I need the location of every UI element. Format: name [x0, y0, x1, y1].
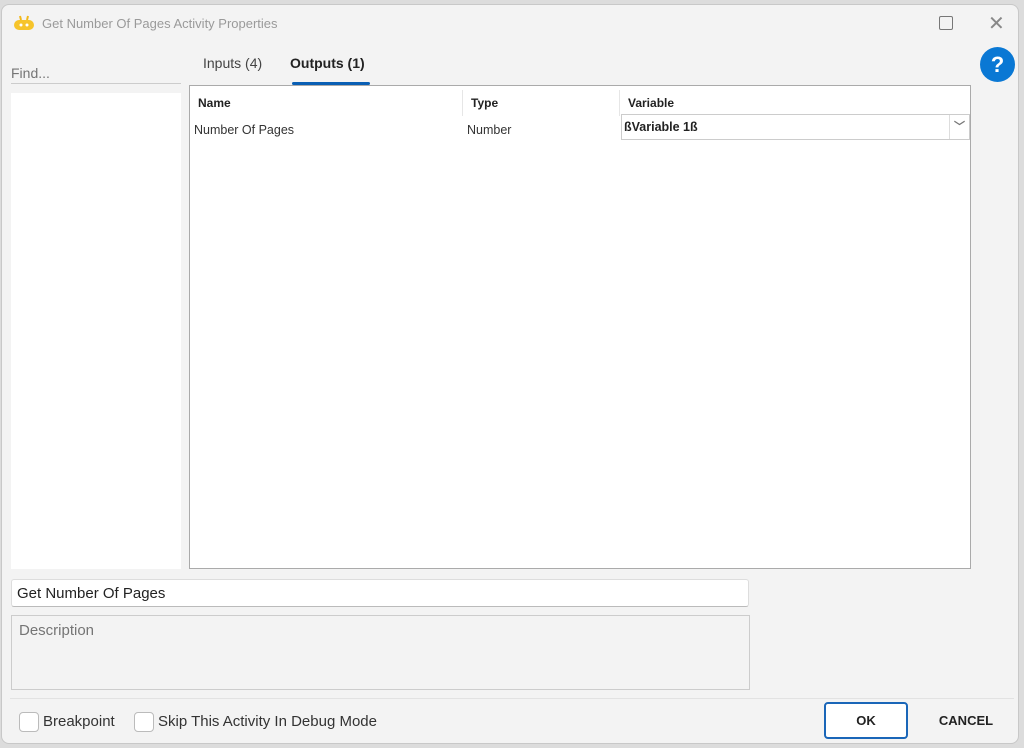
find-input[interactable] — [11, 59, 181, 84]
help-button[interactable]: ? — [980, 47, 1015, 82]
tab-inputs[interactable]: Inputs (4) — [203, 55, 262, 71]
ok-button[interactable]: OK — [824, 702, 908, 739]
maximize-button[interactable] — [939, 16, 953, 30]
cancel-button[interactable]: CANCEL — [924, 702, 1008, 739]
column-header-variable[interactable]: Variable — [620, 90, 970, 116]
outputs-grid: Name Type Variable Number Of Pages Numbe… — [189, 85, 971, 569]
skip-debug-label: Skip This Activity In Debug Mode — [158, 713, 377, 730]
description-input[interactable] — [11, 615, 750, 690]
column-header-type[interactable]: Type — [463, 90, 620, 116]
cell-name: Number Of Pages — [194, 123, 295, 137]
skip-debug-checkbox[interactable] — [134, 712, 154, 732]
activity-name-input[interactable] — [11, 579, 749, 607]
column-header-name[interactable]: Name — [190, 90, 463, 116]
tab-outputs[interactable]: Outputs (1) — [290, 55, 365, 71]
property-list — [11, 93, 181, 569]
breakpoint-label: Breakpoint — [43, 713, 115, 730]
breakpoint-checkbox[interactable] — [19, 712, 39, 732]
variable-select[interactable]: ßVariable 1ß ﹀ — [621, 114, 970, 140]
window-title: Get Number Of Pages Activity Properties — [42, 16, 278, 31]
chevron-down-icon[interactable]: ﹀ — [949, 115, 969, 139]
variable-value: ßVariable 1ß — [624, 120, 698, 134]
close-button[interactable]: ✕ — [988, 11, 1005, 36]
cell-type: Number — [467, 123, 512, 137]
divider — [10, 698, 1014, 699]
app-logo-icon — [14, 15, 34, 30]
properties-dialog: Get Number Of Pages Activity Properties … — [1, 4, 1019, 744]
